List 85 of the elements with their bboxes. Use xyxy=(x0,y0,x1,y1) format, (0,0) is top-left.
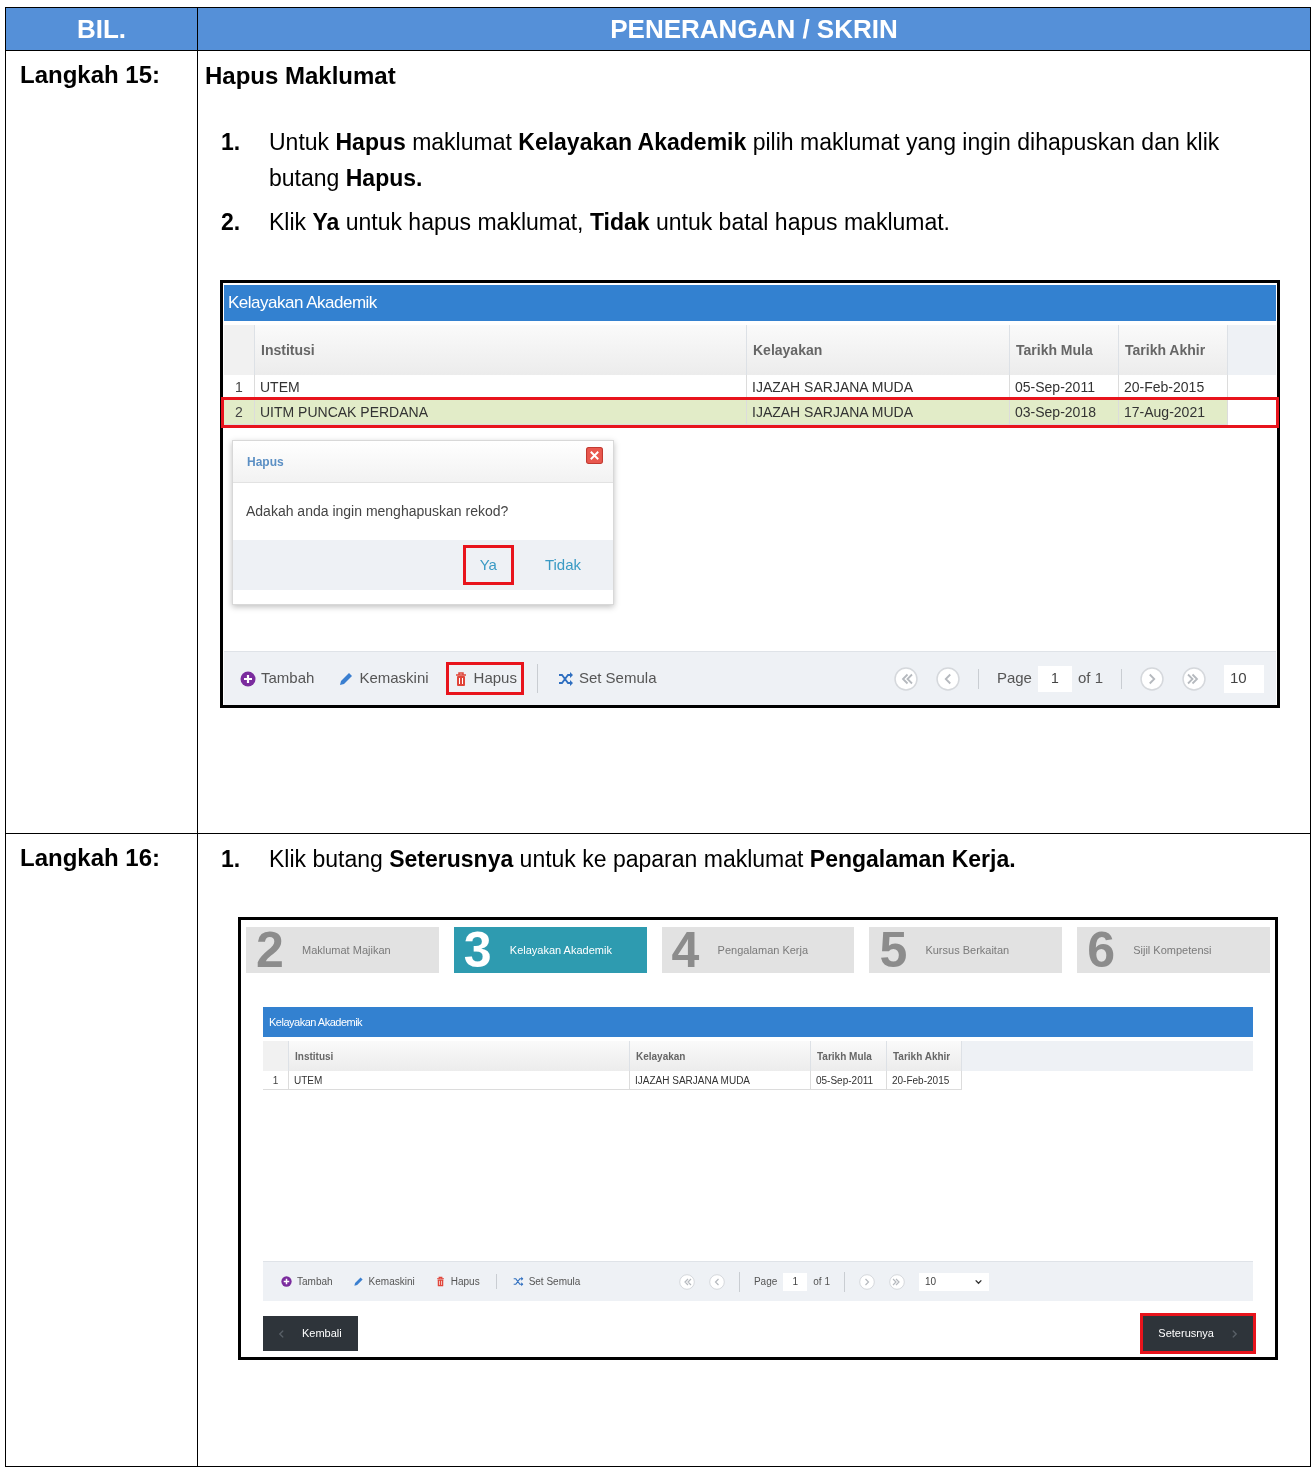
last-page-icon[interactable] xyxy=(889,1273,905,1290)
toolbar-button[interactable]: Kemaskini xyxy=(334,665,433,692)
column-header: Tarikh Akhir xyxy=(887,1041,962,1071)
column-header: Kelayakan xyxy=(747,325,1010,375)
step-number: 5 xyxy=(878,927,909,973)
toolbar-button[interactable]: Set Semula xyxy=(553,665,661,692)
table-row[interactable]: 2 UITM PUNCAK PERDANA IJAZAH SARJANA MUDA 03-Sep-2018 17-Aug-2021 xyxy=(224,400,1276,425)
wizard-step[interactable]: 5 Kursus Berkaitan xyxy=(869,927,1063,973)
shuffle-icon xyxy=(557,670,574,687)
toolbar-button[interactable]: Kemaskini xyxy=(348,1272,419,1291)
table-cell: IJAZAH SARJANA MUDA xyxy=(630,1071,811,1090)
page-count: of 1 xyxy=(1077,668,1103,689)
column-header: Tarikh Akhir xyxy=(1119,325,1228,375)
step-number: 2 xyxy=(255,927,285,973)
plus-circle-icon xyxy=(281,1276,292,1287)
step-label: Pengalaman Kerja xyxy=(717,942,809,958)
chevron-left-icon xyxy=(277,1327,286,1340)
page-label: Page xyxy=(996,668,1032,689)
column-header: Institusi xyxy=(289,1041,630,1071)
panel-title: Kelayakan Akademik xyxy=(224,285,1276,321)
list-number: 2. xyxy=(221,208,242,237)
table-cell: 03-Sep-2018 xyxy=(1010,400,1119,425)
section-title: Hapus Maklumat xyxy=(205,61,397,91)
pencil-icon xyxy=(338,670,355,687)
dialog-title: Hapus xyxy=(247,453,284,471)
page-size-select[interactable]: 10 xyxy=(919,1272,989,1291)
column-header: PENERANGAN / SKRIN xyxy=(609,12,899,46)
page-field[interactable]: 1 xyxy=(1037,665,1072,692)
instruction-text: Klik butang Seterusnya untuk ke paparan maklumat Pengalaman Kerja. xyxy=(269,845,1016,874)
step-label: Langkah 15: xyxy=(6,51,198,833)
close-icon xyxy=(586,447,603,464)
table-cell: UITM PUNCAK PERDANA xyxy=(255,400,747,425)
toolbar-button[interactable]: Hapus xyxy=(430,1272,484,1291)
trash-icon xyxy=(434,1276,446,1287)
chevron-down-icon xyxy=(974,1277,983,1286)
first-page-icon[interactable] xyxy=(893,666,918,691)
first-page-icon[interactable] xyxy=(678,1273,695,1290)
dialog-message: Adakah anda ingin menghapuskan rekod? xyxy=(245,502,510,521)
step-label: Kelayakan Akademik xyxy=(509,942,612,958)
step-label: Kursus Berkaitan xyxy=(925,942,1010,958)
page-label: Page xyxy=(753,1275,778,1289)
table-cell: 05-Sep-2011 xyxy=(811,1071,887,1090)
step-number: 6 xyxy=(1086,927,1116,973)
table-cell: IJAZAH SARJANA MUDA xyxy=(747,400,1010,425)
page-count: of 1 xyxy=(813,1275,830,1289)
step-label: Langkah 16: xyxy=(6,834,198,1466)
step-number: 4 xyxy=(670,927,701,973)
step-number: 3 xyxy=(462,927,493,973)
column-header: Tarikh Mula xyxy=(1010,325,1119,375)
row-number: 1 xyxy=(263,1071,289,1090)
shuffle-icon xyxy=(512,1276,524,1287)
plus-circle-icon xyxy=(240,670,256,687)
column-header xyxy=(224,325,255,375)
column-header: Kelayakan xyxy=(630,1041,811,1071)
column-header xyxy=(263,1041,289,1071)
previous-page-icon[interactable] xyxy=(708,1273,725,1290)
page-size-select[interactable]: 10 xyxy=(1224,664,1264,693)
footer-button[interactable]: Kembali xyxy=(263,1316,358,1351)
toolbar-button[interactable]: Set Semula xyxy=(508,1272,585,1291)
toolbar-button[interactable]: Tambah xyxy=(277,1272,337,1291)
table-cell: UTEM xyxy=(289,1071,630,1090)
list-number: 1. xyxy=(221,128,242,157)
step-label: Maklumat Majikan xyxy=(302,942,391,958)
wizard-step[interactable]: 6 Sijil Kompetensi xyxy=(1077,927,1270,973)
footer-button[interactable]: Seterusnya xyxy=(1143,1316,1253,1351)
last-page-icon[interactable] xyxy=(1182,666,1206,691)
chevron-right-icon xyxy=(1230,1327,1239,1340)
toolbar-button[interactable]: Hapus xyxy=(448,665,521,692)
column-header: BIL. xyxy=(6,8,198,50)
wizard-step[interactable]: 2 Maklumat Majikan xyxy=(246,927,439,973)
page-field[interactable]: 1 xyxy=(783,1272,808,1291)
list-number: 1. xyxy=(221,845,242,874)
next-page-icon[interactable] xyxy=(1140,666,1164,691)
instruction-text: Untuk Hapus maklumat Kelayakan Akademik pilih maklumat yang ingin dihapuskan dan klik butang Hapus. xyxy=(269,128,1221,193)
step-label: Sijil Kompetensi xyxy=(1133,942,1212,958)
row-number: 2 xyxy=(224,400,255,425)
panel-title: Kelayakan Akademik xyxy=(263,1007,1253,1037)
instruction-text: Klik Ya untuk hapus maklumat, Tidak untuk batal hapus maklumat. xyxy=(269,208,950,237)
column-header: Institusi xyxy=(255,325,747,375)
wizard-step[interactable]: 4 Pengalaman Kerja xyxy=(661,927,855,973)
toolbar-button[interactable]: Tambah xyxy=(236,665,319,692)
pencil-icon xyxy=(352,1276,364,1287)
previous-page-icon[interactable] xyxy=(935,666,960,691)
column-header: Tarikh Mula xyxy=(811,1041,887,1071)
next-page-icon[interactable] xyxy=(859,1273,875,1290)
